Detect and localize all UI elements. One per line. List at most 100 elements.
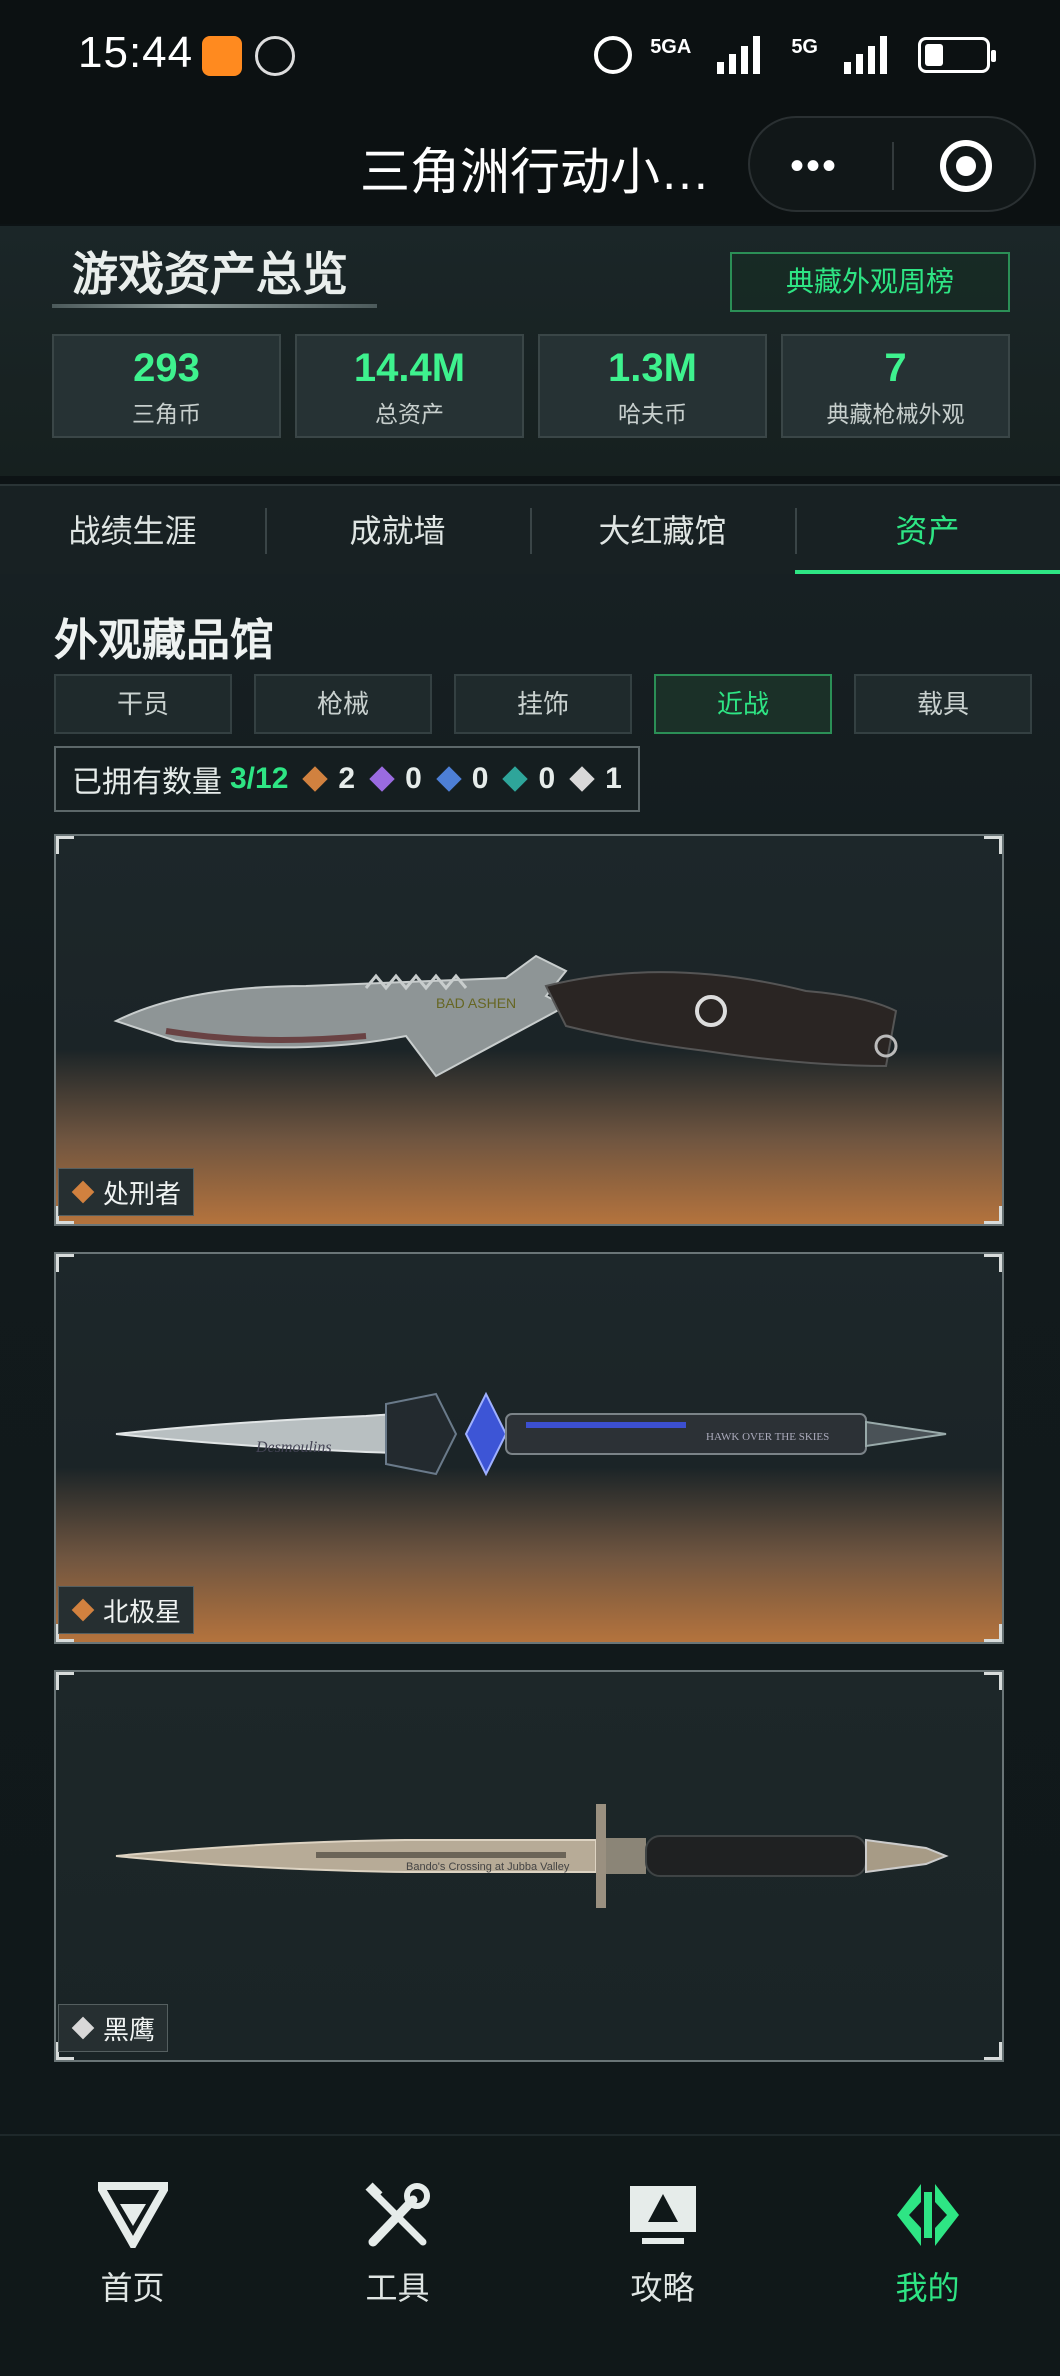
alarm-icon [594, 36, 633, 74]
blade-engraving: Desmoulins [255, 1439, 332, 1456]
white-rarity-icon [71, 2016, 95, 2040]
profile-icon [896, 2184, 959, 2246]
stat-value: 293 [133, 346, 200, 390]
tab-assets[interactable]: 资产 [795, 486, 1060, 574]
purple-rarity-icon [369, 766, 395, 792]
stat-card[interactable]: 14.4M 总资产 [295, 334, 524, 438]
stats-row: 293 三角币 14.4M 总资产 1.3M 哈夫币 7 典藏枪械外观 [52, 334, 1010, 438]
rarity-count: 0 [538, 762, 556, 795]
knife-image-polaris: Desmoulins HAWK OVER THE SKIES [115, 1391, 947, 1477]
nav-tools[interactable]: 工具 [265, 2136, 530, 2376]
frame-corner [984, 1672, 1002, 1690]
frame-corner [56, 1254, 74, 1272]
nav-profile[interactable]: 我的 [795, 2136, 1060, 2376]
knife-card[interactable]: BAD ASHEN 处刑者 [54, 834, 1004, 1226]
stat-label: 典藏枪械外观 [826, 401, 965, 427]
close-mini-program-icon[interactable] [940, 140, 992, 192]
blade-engraving: Bando's Crossing at Jubba Valley [406, 1861, 570, 1873]
orange-rarity-icon [71, 1598, 95, 1622]
capsule-divider [892, 142, 894, 190]
collection-title: 外观藏品馆 [54, 616, 274, 665]
guide-icon [629, 2186, 696, 2244]
frame-corner [984, 2042, 1002, 2060]
capsule-menu: ••• [748, 116, 1036, 212]
signal-5g-label: 5G [791, 36, 818, 58]
signal-5ga-label: 5GA [650, 36, 692, 58]
tools-icon [365, 2182, 430, 2247]
subtab-vehicles[interactable]: 载具 [854, 674, 1032, 734]
knife-image-executioner: BAD ASHEN [113, 954, 898, 1078]
weekly-rank-button[interactable]: 典藏外观周榜 [730, 252, 1010, 312]
knife-card[interactable]: Bando's Crossing at Jubba Valley 黑鹰 [54, 1670, 1004, 2062]
white-rarity-icon [569, 766, 595, 792]
mini-program-title-bar: 三角洲行动小… ••• [0, 112, 1060, 224]
overview-title: 游戏资产总览 [72, 248, 348, 300]
stat-label: 总资产 [375, 401, 444, 427]
nav-home[interactable]: 首页 [0, 2136, 265, 2376]
page-title: 三角洲行动小… [360, 144, 710, 200]
stat-value: 7 [884, 346, 907, 390]
item-name: 处刑者 [103, 1178, 182, 1209]
subtab-guns[interactable]: 枪械 [254, 674, 432, 734]
nav-label: 攻略 [630, 2270, 695, 2306]
nav-label: 我的 [895, 2270, 960, 2306]
knife-image-blackhawk: Bando's Crossing at Jubba Valley [115, 1804, 949, 1908]
owned-label: 已拥有数量 [72, 766, 222, 799]
frame-corner [984, 1254, 1002, 1272]
app-notification-icon [202, 36, 242, 76]
frame-corner [56, 836, 74, 854]
rarity-count: 0 [471, 762, 489, 795]
status-icons: 5GA 5G [594, 36, 996, 74]
frame-corner [984, 1624, 1002, 1642]
frame-corner [984, 1206, 1002, 1224]
title-underline [52, 304, 377, 308]
stat-value: 14.4M [353, 346, 466, 390]
nav-label: 首页 [100, 2270, 165, 2306]
rarity-count: 0 [405, 762, 422, 795]
item-name: 北极星 [103, 1596, 182, 1627]
signal-icon [836, 36, 900, 74]
asset-overview-panel: 游戏资产总览 典藏外观周榜 293 三角币 14.4M 总资产 1.3M 哈夫币… [0, 226, 1060, 476]
frame-corner [56, 1672, 74, 1690]
nav-label: 工具 [365, 2270, 430, 2306]
owned-count: 3/12 [230, 762, 289, 795]
owned-count-bar: 已拥有数量 3/12 2 0 0 0 1 [54, 746, 640, 812]
tab-achievements[interactable]: 成就墙 [265, 486, 530, 574]
item-name: 黑鹰 [103, 2014, 156, 2045]
bottom-navigation: 首页 工具 攻略 我的 [0, 2134, 1060, 2376]
hand-notification-icon [255, 36, 295, 76]
nav-guide[interactable]: 攻略 [530, 2136, 795, 2376]
stat-card[interactable]: 1.3M 哈夫币 [538, 334, 767, 438]
signal-icon [709, 36, 773, 74]
item-name-tag: 北极星 [58, 1586, 195, 1634]
subtab-charms[interactable]: 挂饰 [454, 674, 632, 734]
knife-card[interactable]: Desmoulins HAWK OVER THE SKIES 北极星 [54, 1252, 1004, 1644]
orange-rarity-icon [302, 766, 329, 792]
status-bar: 15:44 5GA 5G [0, 0, 1060, 112]
tab-red-collection[interactable]: 大红藏馆 [530, 486, 795, 574]
home-icon [92, 2182, 173, 2253]
frame-corner [984, 836, 1002, 854]
stat-card[interactable]: 293 三角币 [52, 334, 281, 438]
stat-card[interactable]: 7 典藏枪械外观 [781, 334, 1010, 438]
tab-career[interactable]: 战绩生涯 [0, 486, 265, 574]
item-name-tag: 黑鹰 [58, 2004, 169, 2052]
stat-label: 三角币 [132, 401, 201, 427]
rarity-count: 1 [605, 762, 622, 795]
subtab-operators[interactable]: 干员 [54, 674, 232, 734]
orange-rarity-icon [71, 1180, 95, 1204]
battery-icon [918, 37, 996, 73]
stat-value: 1.3M [608, 346, 697, 390]
category-tabs: 干员 枪械 挂饰 近战 载具 [54, 674, 1032, 734]
subtab-melee[interactable]: 近战 [654, 674, 832, 734]
handle-engraving: HAWK OVER THE SKIES [706, 1431, 829, 1443]
more-button[interactable]: ••• [790, 144, 838, 189]
teal-rarity-icon [502, 766, 529, 792]
main-tabs: 战绩生涯 成就墙 大红藏馆 资产 [0, 484, 1060, 574]
rarity-count: 2 [338, 762, 356, 795]
collection-content: 外观藏品馆 干员 枪械 挂饰 近战 载具 已拥有数量 3/12 2 0 0 0 … [0, 574, 1060, 2134]
item-name-tag: 处刑者 [58, 1168, 195, 1216]
stat-label: 哈夫币 [618, 401, 687, 427]
blue-rarity-icon [436, 766, 462, 792]
status-time: 15:44 [78, 28, 194, 77]
